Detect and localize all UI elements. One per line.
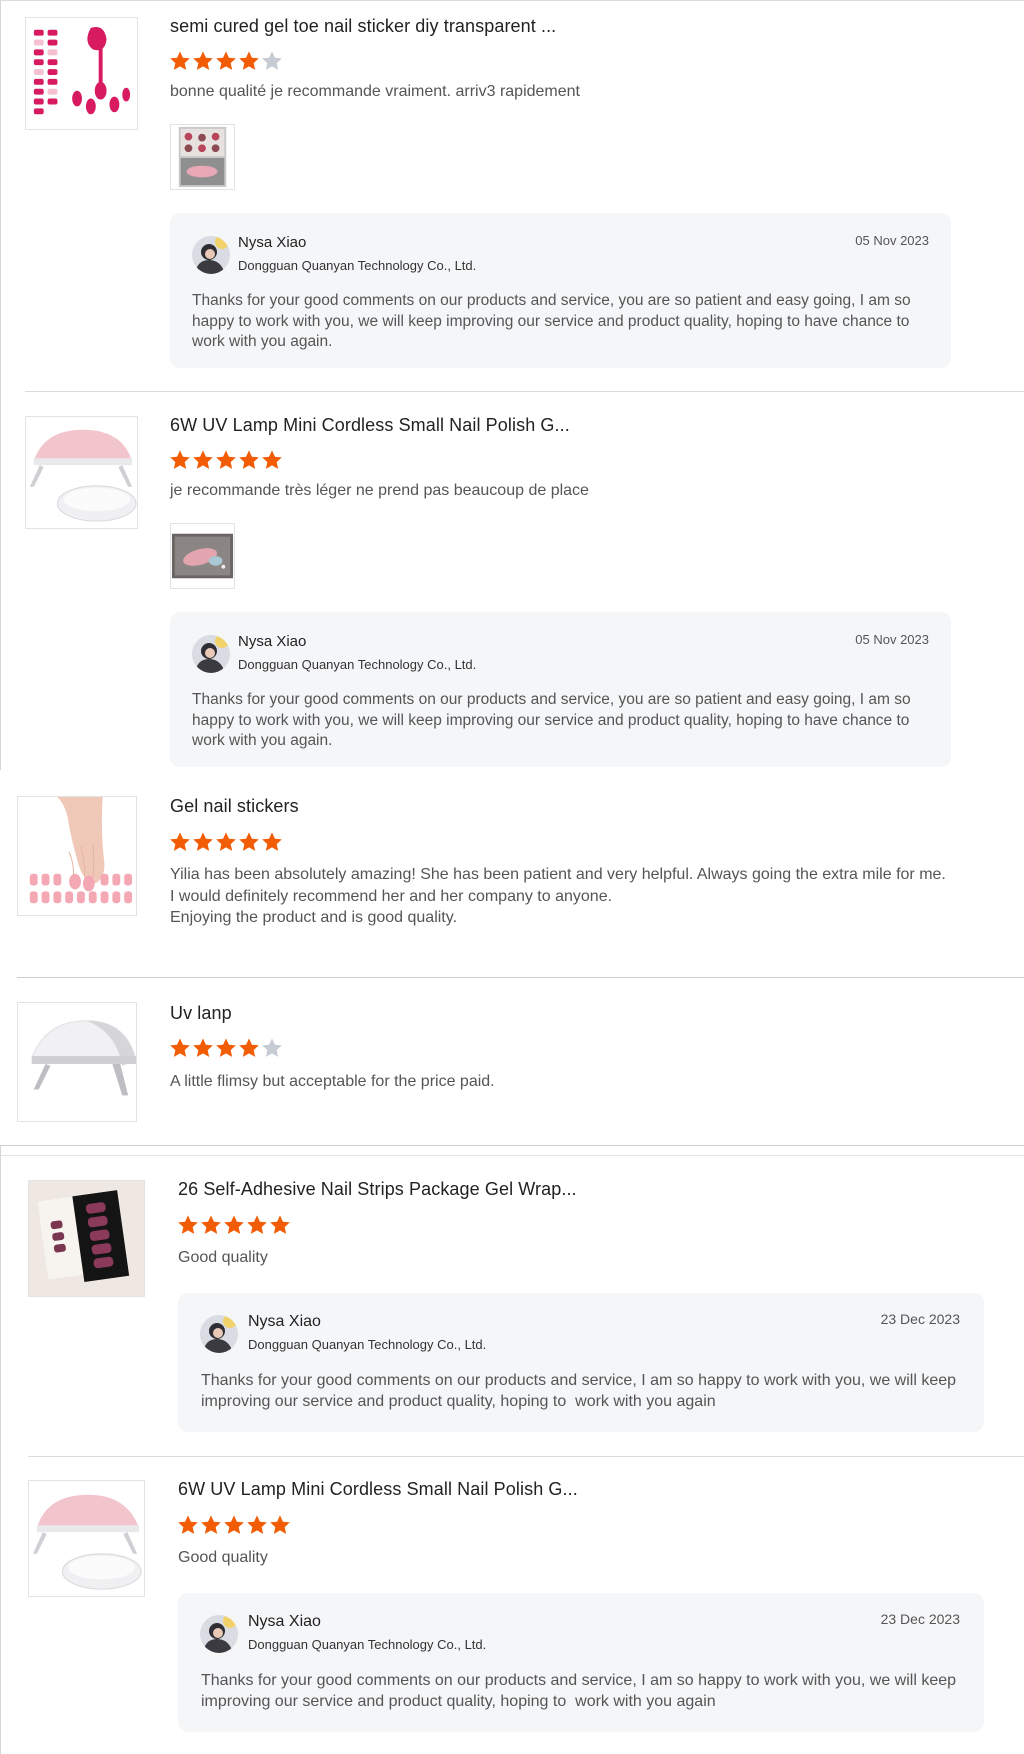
review-photo[interactable] xyxy=(170,124,235,190)
star-filled-icon xyxy=(239,832,259,851)
star-rating xyxy=(177,1214,292,1236)
star-rating xyxy=(177,1514,292,1536)
avatar xyxy=(200,1315,238,1353)
reply-author-name: Nysa Xiao xyxy=(238,633,307,650)
star-filled-icon xyxy=(262,832,282,851)
top-divider xyxy=(0,0,1024,1)
review-comment: je recommande très léger ne prend pas be… xyxy=(170,482,589,499)
reply-text: Thanks for your good comments on our pro… xyxy=(201,1372,961,1410)
star-filled-icon xyxy=(262,450,282,469)
reply-text: Thanks for your good comments on our pro… xyxy=(192,691,911,749)
reply-company-name: Dongguan Quanyan Technology Co., Ltd. xyxy=(248,1337,487,1352)
seller-reply: Nysa Xiao Dongguan Quanyan Technology Co… xyxy=(178,1593,984,1732)
product-thumbnail[interactable] xyxy=(25,17,138,130)
reply-text: Thanks for your good comments on our pro… xyxy=(201,1672,961,1710)
reply-date: 05 Nov 2023 xyxy=(855,233,929,248)
avatar xyxy=(192,635,230,673)
review-comment: A little flimsy but acceptable for the p… xyxy=(170,1073,495,1090)
star-filled-icon xyxy=(178,1215,198,1234)
star-filled-icon xyxy=(170,51,190,70)
product-thumbnail[interactable] xyxy=(25,416,138,529)
reply-author-name: Nysa Xiao xyxy=(248,1313,321,1330)
star-rating xyxy=(169,831,284,853)
star-filled-icon xyxy=(270,1215,290,1234)
avatar xyxy=(192,236,230,274)
star-filled-icon xyxy=(193,450,213,469)
star-rating xyxy=(169,449,284,471)
left-border-top xyxy=(0,0,1,770)
product-title[interactable]: 26 Self-Adhesive Nail Strips Package Gel… xyxy=(178,1179,577,1200)
seller-reply: Nysa Xiao Dongguan Quanyan Technology Co… xyxy=(170,612,951,767)
reply-date: 05 Nov 2023 xyxy=(855,632,929,647)
star-filled-icon xyxy=(224,1215,244,1234)
avatar xyxy=(200,1615,238,1653)
product-title[interactable]: 6W UV Lamp Mini Cordless Small Nail Poli… xyxy=(170,415,570,436)
seller-reply: Nysa Xiao Dongguan Quanyan Technology Co… xyxy=(178,1293,984,1432)
star-rating xyxy=(169,1037,284,1059)
star-filled-icon xyxy=(216,832,236,851)
star-filled-icon xyxy=(247,1215,267,1234)
reply-company-name: Dongguan Quanyan Technology Co., Ltd. xyxy=(238,258,477,273)
star-filled-icon xyxy=(193,51,213,70)
reply-company-name: Dongguan Quanyan Technology Co., Ltd. xyxy=(248,1637,487,1652)
review-comment: bonne qualité je recommande vraiment. ar… xyxy=(170,83,580,100)
product-title[interactable]: Uv lanp xyxy=(170,1003,232,1024)
star-filled-icon xyxy=(247,1515,267,1534)
star-filled-icon xyxy=(216,51,236,70)
star-filled-icon xyxy=(216,1038,236,1057)
star-filled-icon xyxy=(193,1038,213,1057)
product-thumbnail[interactable] xyxy=(17,1002,137,1122)
product-thumbnail[interactable] xyxy=(28,1180,145,1297)
star-filled-icon xyxy=(170,450,190,469)
product-thumbnail[interactable] xyxy=(17,796,137,916)
reply-text: Thanks for your good comments on our pro… xyxy=(192,292,911,350)
reply-date: 23 Dec 2023 xyxy=(880,1311,960,1327)
review-divider xyxy=(28,1456,1024,1457)
product-title[interactable]: Gel nail stickers xyxy=(170,796,299,817)
product-title[interactable]: 6W UV Lamp Mini Cordless Small Nail Poli… xyxy=(178,1479,578,1500)
review-comment: Yilia has been absolutely amazing! She h… xyxy=(170,866,946,926)
product-thumbnail[interactable] xyxy=(28,1480,145,1597)
star-filled-icon xyxy=(239,450,259,469)
star-filled-icon xyxy=(193,832,213,851)
left-border-bottom xyxy=(0,1145,1,1754)
star-empty-icon xyxy=(262,51,282,70)
star-rating xyxy=(169,50,284,72)
product-title[interactable]: semi cured gel toe nail sticker diy tran… xyxy=(170,16,556,37)
reply-author-name: Nysa Xiao xyxy=(238,234,307,251)
section-divider xyxy=(0,1145,1024,1146)
reply-company-name: Dongguan Quanyan Technology Co., Ltd. xyxy=(238,657,477,672)
review-photo[interactable] xyxy=(170,523,235,589)
star-filled-icon xyxy=(201,1515,221,1534)
reply-date: 23 Dec 2023 xyxy=(880,1611,960,1627)
star-filled-icon xyxy=(216,450,236,469)
star-filled-icon xyxy=(178,1515,198,1534)
star-filled-icon xyxy=(239,51,259,70)
star-filled-icon xyxy=(170,832,190,851)
star-filled-icon xyxy=(270,1515,290,1534)
reply-author-name: Nysa Xiao xyxy=(248,1613,321,1630)
star-empty-icon xyxy=(262,1038,282,1057)
review-comment: Good quality xyxy=(178,1249,268,1266)
star-filled-icon xyxy=(201,1215,221,1234)
star-filled-icon xyxy=(224,1515,244,1534)
review-divider xyxy=(17,977,1024,978)
section-divider xyxy=(0,1155,1024,1156)
star-filled-icon xyxy=(170,1038,190,1057)
seller-reply: Nysa Xiao Dongguan Quanyan Technology Co… xyxy=(170,213,951,368)
star-filled-icon xyxy=(239,1038,259,1057)
review-comment: Good quality xyxy=(178,1549,268,1566)
review-divider xyxy=(25,391,1024,392)
